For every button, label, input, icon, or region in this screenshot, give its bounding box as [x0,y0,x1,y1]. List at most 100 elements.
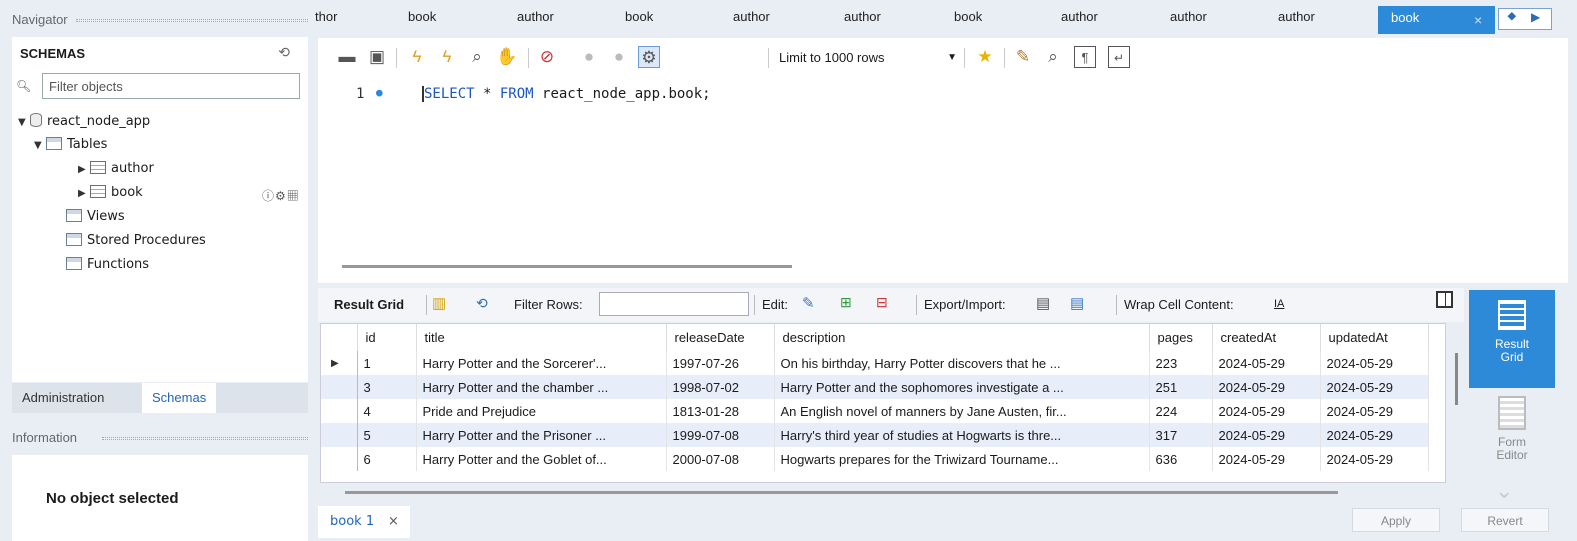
table-cell[interactable]: 636 [1149,447,1213,471]
chevron-down-icon[interactable]: ⌄ [1495,478,1513,504]
table-cell[interactable]: 317 [1149,423,1213,447]
table-cell[interactable]: 6 [357,447,417,471]
table-cell[interactable]: 2024-05-29 [1212,375,1321,399]
code-line[interactable]: 1 ● SELECT * FROM react_node_app.book; [318,84,1568,106]
filter-objects-input[interactable] [42,73,300,99]
table-cell[interactable]: 2024-05-29 [1320,447,1429,471]
expand-down-icon[interactable]: ▼ [34,135,46,157]
query-tab[interactable]: author [1278,9,1315,24]
column-header[interactable]: description [774,324,1150,351]
close-icon[interactable]: × [388,514,399,529]
export-icon[interactable]: ▤ [1036,294,1050,312]
table-cell[interactable]: 2024-05-29 [1212,447,1321,471]
table-cell[interactable]: 1999-07-08 [666,423,775,447]
execute-current-icon[interactable]: ϟ [436,46,458,68]
table-row[interactable]: ▶ 1 Harry Potter and the Sorcerer'... 19… [321,351,1429,375]
tab-administration[interactable]: Administration [12,383,114,413]
table-row[interactable]: 5 Harry Potter and the Prisoner ... 1999… [321,423,1429,447]
limit-rows-select[interactable]: Limit to 1000 rows ▼ [777,46,959,70]
column-header[interactable]: releaseDate [666,324,775,351]
table-cell[interactable]: An English novel of manners by Jane Aust… [774,399,1150,423]
table-cell[interactable]: 1998-07-02 [666,375,775,399]
revert-button[interactable]: Revert [1461,508,1549,532]
table-cell[interactable]: Harry Potter and the sophomores investig… [774,375,1150,399]
table-cell[interactable]: 2024-05-29 [1320,399,1429,423]
query-tab[interactable]: thor [315,9,337,24]
query-tab[interactable]: book [625,9,653,24]
query-tab-active[interactable]: book × [1378,6,1495,34]
wrap-toggle-icon[interactable]: IA [1274,298,1284,310]
info-icon[interactable]: ⓘ [262,189,275,203]
execute-icon[interactable]: ϟ [406,46,428,68]
table-row[interactable]: 3 Harry Potter and the chamber ... 1998-… [321,375,1429,399]
query-tab[interactable]: author [844,9,881,24]
tree-views[interactable]: Views [66,206,125,228]
result-grid-button[interactable]: Result Grid [1469,290,1555,388]
table-cell[interactable]: 223 [1149,351,1213,375]
save-icon[interactable]: ▣ [366,46,388,68]
table-cell[interactable]: Harry Potter and the Prisoner ... [416,423,667,447]
commit-icon[interactable]: ● [578,46,600,68]
stop-icon[interactable]: ✋ [496,46,518,68]
query-tab[interactable]: author [1170,9,1207,24]
expand-right-icon[interactable]: ▶ [78,183,90,205]
tree-tables[interactable]: ▼ Tables [34,134,107,156]
column-header[interactable]: title [416,324,667,351]
table-cell[interactable]: 4 [357,399,417,423]
tab-list-icon[interactable]: ⯁ [1507,10,1517,25]
close-tab-icon[interactable]: × [1474,12,1482,28]
table-cell[interactable]: Harry Potter and the Goblet of... [416,447,667,471]
invisible-chars-icon[interactable]: ¶ [1074,46,1096,68]
table-cell[interactable]: 224 [1149,399,1213,423]
table-cell[interactable]: 2000-07-08 [666,447,775,471]
query-tab[interactable]: author [1061,9,1098,24]
scroll-right-icon[interactable]: ▶ [1531,10,1540,24]
table-cell[interactable]: Harry Potter and the Sorcerer'... [416,351,667,375]
column-header[interactable]: id [357,324,417,351]
table-cell[interactable]: 2024-05-29 [1320,423,1429,447]
table-cell[interactable]: 2024-05-29 [1212,399,1321,423]
beautify-icon[interactable]: ✎ [1012,46,1034,68]
expand-down-icon[interactable]: ▼ [18,112,30,134]
query-tab[interactable]: book [408,9,436,24]
edit-row-icon[interactable]: ✎ [802,294,815,312]
open-folder-icon[interactable]: ▬ [336,46,358,68]
tree-table-book[interactable]: ▶ book [78,182,143,204]
grid-vertical-scrollbar[interactable] [1455,353,1458,405]
column-header[interactable]: updatedAt [1320,324,1429,351]
wrench-icon[interactable]: ⚙ [275,189,287,203]
table-cell[interactable]: Hogwarts prepares for the Triwizard Tour… [774,447,1150,471]
table-cell[interactable]: 3 [357,375,417,399]
table-cell[interactable]: 251 [1149,375,1213,399]
table-cell[interactable]: 2024-05-29 [1212,351,1321,375]
grid-horizontal-scrollbar[interactable] [345,491,1338,494]
tree-table-author[interactable]: ▶ author [78,158,154,180]
word-wrap-icon[interactable]: ↵ [1108,46,1130,68]
toggle-error-icon[interactable]: ⊘ [536,46,558,68]
refresh-icon[interactable]: ⟲ [278,44,290,61]
table-cell[interactable]: 1 [357,351,417,375]
table-data-icon[interactable]: ▦ [287,189,300,203]
tree-functions[interactable]: Functions [66,254,149,276]
refresh-results-icon[interactable]: ⟲ [476,295,488,312]
toggle-side-panel-icon[interactable] [1436,291,1453,308]
table-cell[interactable]: 2024-05-29 [1320,375,1429,399]
table-cell[interactable]: 1813-01-28 [666,399,775,423]
autocommit-icon[interactable]: ⚙ [638,46,660,68]
table-cell[interactable]: Harry's third year of studies at Hogwart… [774,423,1150,447]
column-header[interactable]: createdAt [1212,324,1321,351]
column-header[interactable]: pages [1149,324,1213,351]
query-tab[interactable]: author [733,9,770,24]
tree-schema-react-node-app[interactable]: ▼ react_node_app [18,111,150,133]
table-cell[interactable]: On his birthday, Harry Potter discovers … [774,351,1150,375]
find-icon[interactable]: ⌕ [1042,46,1064,68]
result-tab[interactable]: book 1 × [318,506,410,538]
table-cell[interactable]: Harry Potter and the chamber ... [416,375,667,399]
column-view-icon[interactable]: ▥ [432,294,446,312]
editor-horizontal-scrollbar[interactable] [342,265,792,268]
tab-schemas[interactable]: Schemas [142,383,217,413]
sql-statement[interactable]: SELECT * FROM react_node_app.book; [422,86,711,102]
table-cell[interactable]: 1997-07-26 [666,351,775,375]
table-cell[interactable]: 5 [357,423,417,447]
import-icon[interactable]: ▤ [1070,294,1084,312]
